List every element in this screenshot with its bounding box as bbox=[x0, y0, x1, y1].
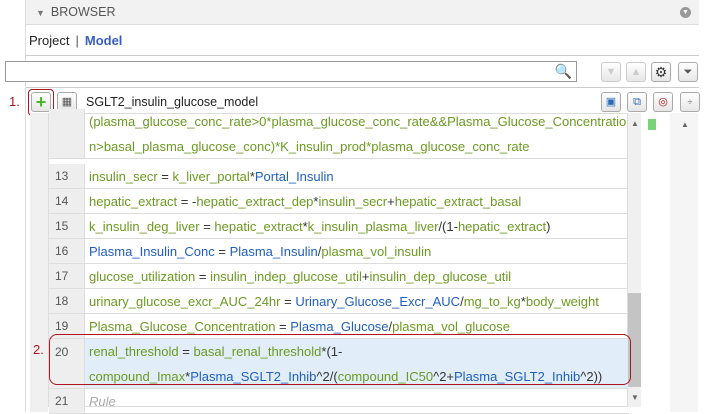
rule-expression[interactable]: Plasma_Insulin_Conc = Plasma_Insulin/pla… bbox=[84, 239, 629, 263]
tab-project[interactable]: Project bbox=[29, 33, 69, 48]
token: Urinary_Glucose_Excr_AUC bbox=[295, 294, 461, 309]
table-frame bbox=[30, 113, 48, 412]
settings-gear-icon[interactable]: ⚙ bbox=[651, 62, 671, 82]
token: Plasma_Glucose_Concentration bbox=[89, 319, 276, 334]
token: n>basal_plasma_glucose_conc)*K_insulin_p… bbox=[89, 139, 530, 154]
expression-line: insulin_secr = k_liver_portal*Portal_Ins… bbox=[89, 164, 629, 189]
annotation-1: 1. bbox=[9, 94, 20, 109]
expression-line: Plasma_Insulin_Conc = Plasma_Insulin/pla… bbox=[89, 239, 629, 264]
table-row[interactable]: 17 glucose_utilization = insulin_indep_gl… bbox=[49, 264, 629, 289]
table-row[interactable]: 21 Rule bbox=[49, 389, 629, 414]
token: hepatic_extract bbox=[214, 219, 303, 234]
expression-line: hepatic_extract = -hepatic_extract_dep*i… bbox=[89, 189, 629, 214]
expression-line: Rule bbox=[89, 389, 629, 414]
rule-expression[interactable]: glucose_utilization = insulin_indep_gluc… bbox=[84, 264, 629, 288]
row-number: 13 bbox=[49, 164, 84, 188]
add-plus-icon[interactable]: + bbox=[31, 92, 51, 112]
token: Plasma_Insulin_Conc bbox=[89, 244, 215, 259]
rule-expression[interactable]: urinary_glucose_excr_AUC_24hr = Urinary_… bbox=[84, 289, 629, 313]
token: glucose_utilization bbox=[89, 269, 196, 284]
token: = bbox=[275, 319, 291, 334]
model-name: SGLT2_insulin_glucose_model bbox=[86, 95, 259, 109]
table-row[interactable]: 14 hepatic_extract = -hepatic_extract_dep… bbox=[49, 189, 629, 214]
table-row[interactable]: 13 insulin_secr = k_liver_portal*Portal_I… bbox=[49, 164, 629, 189]
tab-model[interactable]: Model bbox=[85, 33, 123, 48]
highlight-row-20 bbox=[49, 334, 631, 385]
tab-separator: | bbox=[75, 33, 79, 48]
token: Rule bbox=[89, 394, 116, 409]
table-row[interactable]: 18 urinary_glucose_excr_AUC_24hr = Urinar… bbox=[49, 289, 629, 314]
token: plasma_vol_insulin bbox=[321, 244, 432, 259]
token: k_insulin_deg_liver bbox=[89, 219, 200, 234]
copy-icon[interactable]: ⧉ bbox=[627, 92, 647, 112]
token: hepatic_extract bbox=[457, 219, 547, 234]
outer-scrollbar[interactable]: ▲ bbox=[670, 113, 698, 412]
row-number: 14 bbox=[49, 189, 84, 213]
search-input[interactable]: 🔍 bbox=[5, 61, 577, 82]
table-row[interactable]: 15 k_insulin_deg_liver = hepatic_extract*… bbox=[49, 214, 629, 239]
token: Portal_Insulin bbox=[254, 169, 334, 184]
token: insulin_indep_glucose_util bbox=[210, 269, 362, 284]
expression-line: urinary_glucose_excr_AUC_24hr = Urinary_… bbox=[89, 289, 629, 314]
collapse-triangle-icon[interactable]: ▼ bbox=[36, 8, 45, 18]
token: insulin_secr bbox=[318, 194, 388, 209]
token: = - bbox=[177, 194, 197, 209]
token: = bbox=[195, 269, 211, 284]
row-number: 15 bbox=[49, 214, 84, 238]
expression-line: glucose_utilization = insulin_indep_gluc… bbox=[89, 264, 629, 289]
table-row[interactable]: (plasma_glucose_conc_rate>0*plasma_gluco… bbox=[49, 109, 629, 159]
rule-expression[interactable]: k_insulin_deg_liver = hepatic_extract*k_… bbox=[84, 214, 629, 238]
rule-expression[interactable]: hepatic_extract = -hepatic_extract_dep*i… bbox=[84, 189, 629, 213]
expression-line: (plasma_glucose_conc_rate>0*plasma_gluco… bbox=[89, 109, 629, 134]
token: k_insulin_plasma_liver bbox=[307, 219, 439, 234]
token: mg_to_kg bbox=[463, 294, 521, 309]
table-row[interactable]: 16 Plasma_Insulin_Conc = Plasma_Insulin/p… bbox=[49, 239, 629, 264]
browser-title: BROWSER bbox=[50, 5, 116, 19]
token: ) bbox=[546, 219, 551, 234]
token: insulin_dep_glucose_util bbox=[369, 269, 512, 284]
token: insulin_secr bbox=[89, 169, 158, 184]
row-number bbox=[49, 109, 84, 158]
annotation-2: 2. bbox=[33, 342, 44, 357]
token: plasma_vol_glucose bbox=[392, 319, 510, 334]
token: hepatic_extract_basal bbox=[394, 194, 522, 209]
browser-header[interactable]: ▼ BROWSER ▼ bbox=[26, 0, 699, 25]
token: urinary_glucose_excr_AUC_24hr bbox=[89, 294, 281, 309]
equations-icon[interactable]: ÷ bbox=[680, 92, 700, 112]
rule-expression[interactable]: Rule bbox=[84, 389, 629, 413]
row-number: 17 bbox=[49, 264, 84, 288]
token: hepatic_extract_dep bbox=[196, 194, 314, 209]
expression-line: n>basal_plasma_glucose_conc)*K_insulin_p… bbox=[89, 134, 629, 159]
rule-expression[interactable]: insulin_secr = k_liver_portal*Portal_Ins… bbox=[84, 164, 629, 188]
previous-result-button[interactable]: ▲ bbox=[626, 62, 646, 82]
token: = bbox=[214, 244, 230, 259]
token: body_weight bbox=[525, 294, 599, 309]
token: = bbox=[199, 219, 215, 234]
token: = bbox=[157, 169, 173, 184]
token: = bbox=[280, 294, 296, 309]
token: hepatic_extract bbox=[89, 194, 178, 209]
expression-line: k_insulin_deg_liver = hepatic_extract*k_… bbox=[89, 214, 629, 239]
token: (plasma_glucose_conc_rate>0*plasma_gluco… bbox=[89, 114, 627, 129]
rule-expression[interactable]: (plasma_glucose_conc_rate>0*plasma_gluco… bbox=[84, 109, 629, 158]
simulation-icon[interactable]: ◎ bbox=[653, 92, 673, 112]
row-number: 21 bbox=[49, 389, 84, 413]
token: Plasma_Insulin bbox=[229, 244, 318, 259]
row-number: 16 bbox=[49, 239, 84, 263]
filter-icon[interactable]: ⏷ bbox=[678, 62, 698, 82]
row-number: 18 bbox=[49, 289, 84, 313]
token: + bbox=[387, 194, 395, 209]
panel-menu-icon[interactable]: ▼ bbox=[680, 7, 691, 18]
status-marker bbox=[648, 119, 656, 130]
token: Plasma_Glucose bbox=[290, 319, 389, 334]
token: k_liver_portal bbox=[172, 169, 250, 184]
next-result-button[interactable]: ▼ bbox=[601, 62, 621, 82]
search-icon[interactable]: 🔍 bbox=[555, 63, 572, 80]
token: /(1- bbox=[438, 219, 458, 234]
